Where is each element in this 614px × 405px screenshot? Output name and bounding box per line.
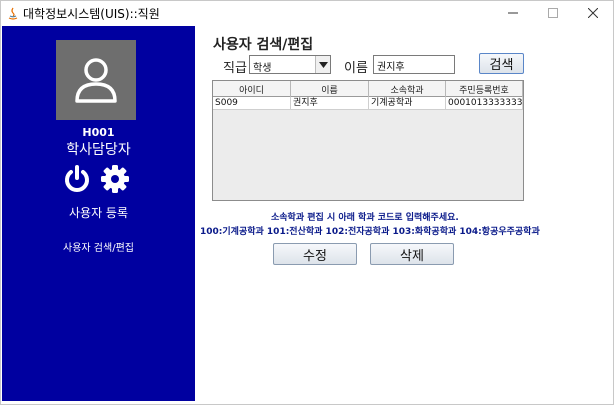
name-label: 이름 xyxy=(344,61,368,76)
cell-department[interactable]: 기계공학과 xyxy=(369,97,446,110)
column-header-name[interactable]: 이름 xyxy=(291,81,369,97)
user-role: 학사담당자 xyxy=(66,142,131,158)
rank-label: 직급 xyxy=(223,61,247,76)
close-icon[interactable] xyxy=(573,1,613,25)
rank-select[interactable]: 학생 xyxy=(249,55,331,74)
rank-select-value: 학생 xyxy=(253,63,272,74)
page-title: 사용자 검색/편집 xyxy=(213,37,314,53)
user-table[interactable]: 아이디 이름 소속학과 주민등록번호 S009 권지후 기계공학과 000101… xyxy=(212,80,524,201)
power-icon[interactable] xyxy=(62,164,92,194)
window-title: 대학정보시스템(UIS)::직원 xyxy=(23,7,160,21)
column-header-department[interactable]: 소속학과 xyxy=(369,81,446,97)
maximize-icon[interactable] xyxy=(533,1,573,25)
minimize-icon[interactable] xyxy=(493,1,533,25)
sidebar: H001 학사담당자 사용자 등록 사용자 검색/편집 xyxy=(2,26,195,401)
java-app-icon xyxy=(7,6,19,20)
search-button[interactable]: 검색 xyxy=(479,53,524,74)
column-header-resident-number[interactable]: 주민등록번호 xyxy=(446,81,523,97)
title-bar: 대학정보시스템(UIS)::직원 xyxy=(1,1,613,25)
department-edit-notice: 소속학과 편집 시 아래 학과 코드로 입력해주세요. xyxy=(271,213,459,223)
edit-button[interactable]: 수정 xyxy=(273,243,357,265)
gear-icon[interactable] xyxy=(100,164,130,194)
user-id: H001 xyxy=(82,126,115,139)
table-header: 아이디 이름 소속학과 주민등록번호 xyxy=(213,81,523,97)
avatar xyxy=(56,40,136,120)
cell-name[interactable]: 권지후 xyxy=(291,97,369,110)
menu-item-user-register[interactable]: 사용자 등록 xyxy=(2,204,195,221)
name-search-input[interactable]: 권지후 xyxy=(373,55,455,74)
menu-item-user-search-edit[interactable]: 사용자 검색/편집 xyxy=(2,239,195,254)
app-window: 대학정보시스템(UIS)::직원 H001 학사담당자 사용자 등록 사용자 검… xyxy=(0,0,614,405)
column-header-id[interactable]: 아이디 xyxy=(213,81,291,97)
chevron-down-icon[interactable] xyxy=(315,56,330,73)
table-row[interactable]: S009 권지후 기계공학과 0001013333333 xyxy=(213,97,523,110)
user-icon xyxy=(75,58,117,103)
cell-resident-number[interactable]: 0001013333333 xyxy=(446,97,523,110)
department-code-list: 100:기계공학과 101:전산학과 102:전자공학과 103:화학공학과 1… xyxy=(200,227,540,237)
delete-button[interactable]: 삭제 xyxy=(370,243,454,265)
cell-id[interactable]: S009 xyxy=(213,97,291,110)
